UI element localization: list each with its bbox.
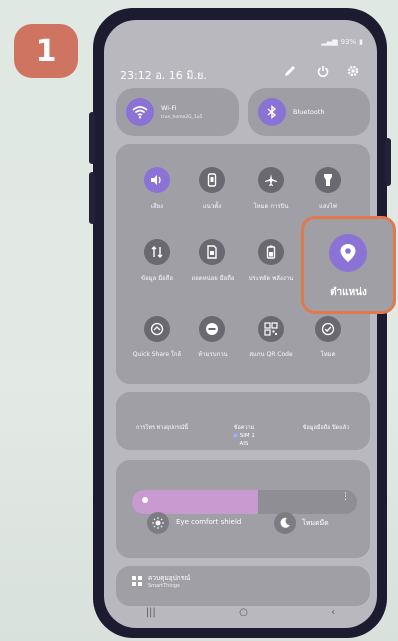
mobile-data-label: ข้อมูล มือถือ bbox=[140, 275, 174, 282]
moon-icon bbox=[280, 517, 290, 528]
do-not-disturb-label: ห้ามรบกวน bbox=[198, 351, 228, 358]
side-button bbox=[89, 172, 95, 224]
navigation-bar: ||| ○ ‹ bbox=[104, 596, 377, 628]
dark-mode-label: โหมดมืด bbox=[302, 519, 329, 527]
eye-comfort-icon bbox=[152, 517, 164, 529]
location-tile-highlight[interactable]: ตำแหน่ง bbox=[301, 216, 396, 314]
mobile-data-toggle[interactable] bbox=[144, 239, 170, 265]
flashlight-label: แสงไฟ bbox=[319, 203, 337, 210]
power-icon[interactable] bbox=[316, 64, 330, 78]
wifi-tile[interactable]: Wi-Fi true_home2G_1a5 bbox=[116, 88, 239, 136]
sim-icon bbox=[207, 245, 217, 259]
do-not-disturb-icon bbox=[206, 323, 218, 335]
mode-label: โหมด bbox=[320, 351, 336, 358]
dark-mode-toggle[interactable] bbox=[274, 512, 296, 534]
power-saving-toggle[interactable] bbox=[258, 239, 284, 265]
wifi-network-name: true_home2G_1a5 bbox=[161, 115, 203, 120]
side-button bbox=[89, 112, 95, 164]
carrier-name: AIS bbox=[239, 441, 249, 447]
portrait-label: แนวตั้ง bbox=[202, 203, 222, 210]
smartthings-title: ควบคุมอุปกรณ์ bbox=[148, 574, 191, 582]
sim-name: SIM 1 bbox=[239, 433, 255, 439]
status-bar: ▂▄▆ 93% ▮ bbox=[321, 38, 363, 46]
eye-comfort-toggle[interactable] bbox=[147, 512, 169, 534]
more-options-icon[interactable]: ⋮ bbox=[341, 493, 350, 502]
do-not-disturb-toggle[interactable] bbox=[199, 316, 225, 342]
recent-apps-icon[interactable]: ||| bbox=[146, 607, 156, 618]
mobile-data-info-text: ข้อมูลมือถือ ปิดแล้ว bbox=[302, 425, 350, 431]
wifi-toggle[interactable] bbox=[126, 98, 154, 126]
smartthings-icon bbox=[132, 576, 142, 586]
smartthings-subtitle: SmartThings bbox=[148, 583, 180, 589]
sim-row: ● SIM 1 bbox=[204, 432, 284, 440]
mode-toggle[interactable] bbox=[315, 316, 341, 342]
airplane-label: โหมด การบิน bbox=[253, 203, 289, 210]
messages-title: ข้อความ bbox=[233, 425, 255, 431]
sim-label: ถอดหน่อย มือถือ bbox=[191, 275, 235, 282]
calls-info-text: การโทร ทางอุปกรณ์นี้ bbox=[136, 425, 188, 431]
eye-comfort-label: Eye comfort shield bbox=[176, 518, 242, 526]
mobile-data-icon bbox=[151, 246, 163, 258]
location-label: ตำแหน่ง bbox=[330, 287, 367, 298]
location-icon bbox=[340, 244, 356, 262]
clock-date: 23:12 อ. 16 มิ.ย. bbox=[120, 69, 207, 82]
portrait-toggle[interactable] bbox=[199, 167, 225, 193]
battery-icon bbox=[266, 245, 276, 259]
side-button bbox=[385, 138, 391, 186]
settings-gear-icon[interactable] bbox=[346, 64, 360, 78]
flashlight-toggle[interactable] bbox=[315, 167, 341, 193]
mode-icon bbox=[321, 322, 335, 336]
location-toggle[interactable] bbox=[329, 234, 367, 272]
power-saving-label: ประหยัด พลังงาน bbox=[248, 275, 294, 282]
brightness-fill bbox=[132, 490, 258, 514]
signal-icon: ▂▄▆ bbox=[321, 38, 338, 46]
battery-icon: ▮ bbox=[359, 38, 363, 46]
bluetooth-toggle[interactable] bbox=[258, 98, 286, 126]
portrait-icon bbox=[207, 173, 217, 187]
quick-share-icon bbox=[150, 322, 164, 336]
sound-label: เสียง bbox=[150, 203, 164, 210]
brightness-slider[interactable] bbox=[132, 490, 357, 514]
quick-share-toggle[interactable] bbox=[144, 316, 170, 342]
airplane-icon bbox=[265, 174, 277, 186]
bluetooth-tile[interactable]: Bluetooth bbox=[248, 88, 370, 136]
sim-toggle[interactable] bbox=[199, 239, 225, 265]
calls-info[interactable]: การโทร ทางอุปกรณ์นี้ bbox=[122, 424, 202, 432]
home-icon[interactable]: ○ bbox=[239, 607, 248, 618]
wifi-icon bbox=[132, 106, 148, 119]
bluetooth-icon bbox=[267, 105, 277, 119]
qr-scan-label: สแกน QR Code bbox=[249, 351, 293, 358]
qr-code-icon bbox=[264, 322, 278, 336]
step-badge: 1 bbox=[14, 24, 78, 78]
brightness-sun-icon bbox=[142, 497, 148, 503]
sim-dot-icon: ● bbox=[233, 433, 238, 439]
airplane-toggle[interactable] bbox=[258, 167, 284, 193]
flashlight-icon bbox=[324, 174, 332, 186]
quick-share-label: Quick Share ใกล้ bbox=[132, 351, 182, 358]
phone-screen: ▂▄▆ 93% ▮ 23:12 อ. 16 มิ.ย. Wi-Fi true_h… bbox=[104, 20, 377, 628]
battery-level: 93% bbox=[340, 38, 357, 46]
mobile-data-info[interactable]: ข้อมูลมือถือ ปิดแล้ว bbox=[286, 424, 366, 432]
wifi-title: Wi-Fi bbox=[161, 104, 177, 112]
edit-icon[interactable] bbox=[283, 64, 297, 78]
sound-icon bbox=[151, 175, 161, 185]
back-icon[interactable]: ‹ bbox=[331, 607, 335, 618]
messages-info[interactable]: ข้อความ ● SIM 1 AIS bbox=[204, 424, 284, 448]
qr-scan-toggle[interactable] bbox=[258, 316, 284, 342]
bluetooth-title: Bluetooth bbox=[293, 108, 325, 116]
sound-toggle[interactable] bbox=[144, 167, 170, 193]
